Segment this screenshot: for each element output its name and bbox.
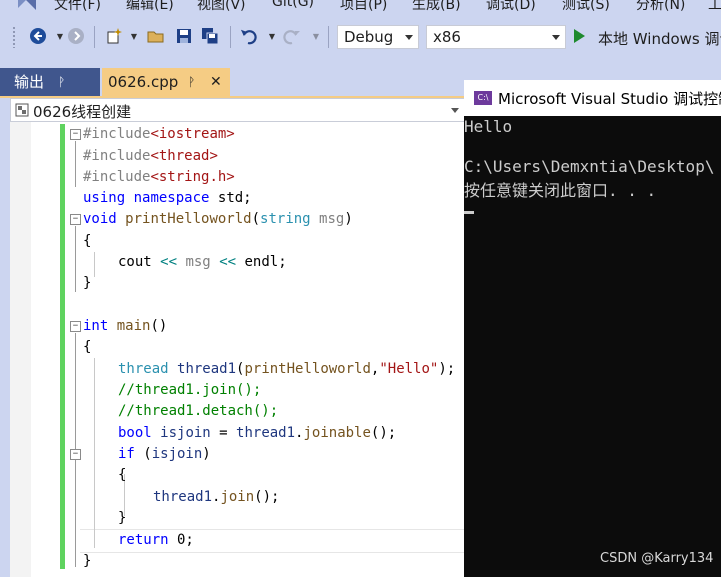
chevron-down-icon <box>451 108 459 113</box>
undo-icon[interactable] <box>238 26 258 46</box>
code-line: } <box>83 275 92 291</box>
document-tab-strip: 输出 ᚹ 0626.cpp ᚹ ✕ <box>0 68 466 96</box>
chevron-down-icon <box>405 35 413 40</box>
console-output-line: 按任意键关闭此窗口. . . <box>464 181 657 200</box>
code-line: { <box>83 339 92 355</box>
console-output-line: Hello <box>464 117 513 136</box>
code-line: { <box>118 467 127 483</box>
chevron-down-icon <box>552 35 560 40</box>
project-scope-label: 0626线程创建 <box>33 103 132 121</box>
save-icon[interactable] <box>174 26 194 46</box>
menu-analyze[interactable]: 分析(N) <box>636 0 685 14</box>
configuration-select[interactable]: Debug <box>337 25 419 49</box>
forward-icon[interactable] <box>66 26 86 46</box>
console-output-line: C:\Users\Demxntia\Desktop\ <box>464 157 715 176</box>
pin-icon[interactable]: ᚹ <box>188 68 195 96</box>
console-title-bar[interactable]: C:\ Microsoft Visual Studio 调试控制台 <box>464 80 721 116</box>
new-item-icon[interactable] <box>104 26 124 46</box>
code-line: #include<string.h> <box>83 169 235 185</box>
menu-view[interactable]: 视图(V) <box>197 0 246 14</box>
code-line: int main() <box>83 318 168 334</box>
menu-tools[interactable]: 工 <box>708 0 721 14</box>
code-line: } <box>118 510 127 526</box>
toolbar-separator <box>94 26 95 48</box>
fold-guide <box>75 141 76 187</box>
tab-output[interactable]: 输出 ᚹ <box>0 68 100 96</box>
visual-studio-logo-icon <box>18 0 36 10</box>
code-line: thread1.join(); <box>153 489 280 505</box>
code-line: #include<iostream> <box>83 126 235 142</box>
collapse-icon[interactable]: − <box>70 449 81 460</box>
code-line: using namespace std; <box>83 190 252 206</box>
configuration-value: Debug <box>344 28 394 46</box>
code-line: #include<thread> <box>83 148 218 164</box>
tab-0626-cpp[interactable]: 0626.cpp ᚹ ✕ <box>102 68 230 96</box>
close-icon[interactable]: ✕ <box>210 68 222 96</box>
watermark: CSDN @Karry134 <box>600 551 714 566</box>
fold-guide <box>75 226 76 292</box>
menu-file[interactable]: 文件(F) <box>54 0 101 14</box>
menu-build[interactable]: 生成(B) <box>412 0 461 14</box>
code-line: { <box>83 233 92 249</box>
indent-guide <box>94 252 95 277</box>
tab-file-label: 0626.cpp <box>108 73 179 91</box>
back-icon[interactable] <box>28 26 48 46</box>
change-tracking-bar <box>60 124 65 569</box>
editor-margin <box>10 122 31 577</box>
code-line: return 0; <box>118 532 194 548</box>
indent-guide <box>94 358 95 548</box>
menu-edit[interactable]: 编辑(E) <box>126 0 174 14</box>
project-icon <box>15 103 29 117</box>
code-editor[interactable]: − − − − #include<iostream> #include<thre… <box>10 122 466 577</box>
menu-test[interactable]: 测试(S) <box>562 0 610 14</box>
console-title: Microsoft Visual Studio 调试控制台 <box>498 90 721 108</box>
collapse-icon[interactable]: − <box>70 214 81 225</box>
menu-debug[interactable]: 调试(D) <box>486 0 536 14</box>
toolbar-separator <box>230 26 231 48</box>
pin-icon[interactable]: ᚹ <box>58 68 65 96</box>
code-line: bool isjoin = thread1.joinable(); <box>118 425 397 441</box>
menu-bar: 文件(F) 编辑(E) 视图(V) Git(G) 项目(P) 生成(B) 调试(… <box>0 0 721 14</box>
tab-output-label: 输出 <box>14 73 45 91</box>
play-icon[interactable] <box>574 29 585 43</box>
run-debugger-button[interactable]: 本地 Windows 调试 <box>598 28 721 49</box>
console-app-icon: C:\ <box>474 91 492 105</box>
code-line: thread thread1(printHelloworld,"Hello"); <box>118 361 456 377</box>
console-cursor <box>464 211 474 214</box>
code-line: if (isjoin) <box>118 446 211 462</box>
fold-guide <box>75 461 76 521</box>
code-line: void printHelloworld(string msg) <box>83 211 353 227</box>
code-line: //thread1.detach(); <box>118 403 279 419</box>
toolbar-separator <box>328 26 329 48</box>
code-line: cout << msg << endl; <box>118 254 287 270</box>
redo-dropdown-icon[interactable]: ▼ <box>306 26 326 46</box>
project-scope-dropdown[interactable]: 0626线程创建 <box>10 98 466 122</box>
collapse-icon[interactable]: − <box>70 321 81 332</box>
code-line: } <box>83 553 92 569</box>
platform-value: x86 <box>433 28 461 46</box>
debug-console-window[interactable] <box>464 80 721 577</box>
redo-icon[interactable] <box>282 26 302 46</box>
menu-git[interactable]: Git(G) <box>272 0 314 10</box>
open-folder-icon[interactable] <box>146 26 166 46</box>
toolbar-grip[interactable] <box>12 26 16 48</box>
platform-select[interactable]: x86 <box>426 25 566 49</box>
code-line: //thread1.join(); <box>118 382 262 398</box>
toolbar: ▼ ▼ ▼ ▼ Debug x86 本地 Windows 调试 <box>0 16 721 58</box>
collapse-icon[interactable]: − <box>70 129 81 140</box>
menu-project[interactable]: 项目(P) <box>340 0 387 14</box>
undo-dropdown-icon[interactable]: ▼ <box>262 26 282 46</box>
new-item-dropdown-icon[interactable]: ▼ <box>124 26 144 46</box>
save-all-icon[interactable] <box>200 26 220 46</box>
